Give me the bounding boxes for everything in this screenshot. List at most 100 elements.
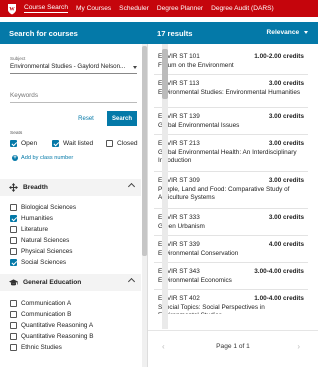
results-scrollbar[interactable] (162, 44, 168, 329)
nav-degree-planner[interactable]: Degree Planner (157, 5, 203, 13)
nav-course-search[interactable]: Course Search (24, 4, 68, 13)
option-label: Communication A (21, 300, 72, 307)
checkbox[interactable] (10, 322, 17, 329)
breadth-option[interactable]: Physical Sciences (10, 248, 73, 255)
seat-closed-label: Closed (117, 140, 138, 147)
option-label: Literature (21, 226, 48, 233)
course-title: Environmental Economics (158, 277, 232, 284)
gened-option[interactable]: Quantitative Reasoning A (10, 322, 93, 329)
results-scrollbar-thumb[interactable] (162, 49, 168, 99)
breadth-option[interactable]: Biological Sciences (10, 204, 76, 211)
gened-section-header[interactable]: General Education (0, 274, 141, 291)
nav-degree-audit[interactable]: Degree Audit (DARS) (211, 5, 274, 13)
uw-crest-icon[interactable]: W (7, 3, 17, 15)
checkbox[interactable] (10, 237, 17, 244)
course-title: Forum on the Environment (158, 62, 234, 69)
search-panel-title: Search for courses (9, 29, 78, 38)
breadth-section-header[interactable]: Breadth (0, 179, 141, 196)
course-card[interactable]: ENVIR ST 333 3.00 credits Green Urbanism (154, 209, 308, 236)
move-arrows-icon (9, 183, 18, 192)
checkbox[interactable] (10, 344, 17, 351)
checkbox[interactable] (10, 333, 17, 340)
option-label: Physical Sciences (21, 248, 73, 255)
course-card[interactable]: ENVIR ST 309 3.00 credits People, Land a… (154, 172, 308, 209)
svg-text:W: W (9, 6, 15, 12)
chevron-up-icon[interactable] (127, 182, 136, 191)
course-card[interactable]: ENVIR ST 339 4.00 credits Environmental … (154, 236, 308, 263)
chevron-up-icon[interactable] (127, 277, 136, 286)
seat-waitlisted-label: Wait listed (63, 140, 94, 147)
course-credits: 1.00-2.00 credits (254, 53, 304, 60)
option-label: Natural Sciences (21, 237, 70, 244)
search-button[interactable]: Search (107, 111, 137, 126)
filter-panel: Subject Environmental Studies - Gaylord … (0, 44, 148, 367)
seat-closed-checkbox[interactable]: Closed (106, 140, 138, 147)
plus-icon: + (12, 155, 18, 161)
checkbox[interactable] (10, 248, 17, 255)
seat-open-checkbox[interactable]: Open (10, 140, 37, 147)
gened-title: General Education (23, 279, 82, 286)
checkbox[interactable] (106, 140, 113, 147)
breadth-option[interactable]: Social Sciences (10, 259, 66, 266)
checkbox[interactable] (10, 215, 17, 222)
checkbox[interactable] (10, 140, 17, 147)
chevron-right-icon[interactable]: › (297, 342, 300, 351)
option-label: Biological Sciences (21, 204, 77, 211)
subject-dropdown-icon[interactable] (133, 66, 137, 69)
course-credits: 1.00-4.00 credits (254, 295, 304, 302)
sort-dropdown[interactable]: Relevance (267, 29, 308, 36)
checkbox[interactable] (10, 311, 17, 318)
course-credits: 3.00 credits (268, 113, 304, 120)
graduation-cap-icon (9, 279, 18, 286)
reset-button[interactable]: Reset (69, 112, 103, 126)
checkbox[interactable] (10, 300, 17, 307)
nav-my-courses[interactable]: My Courses (76, 5, 111, 13)
course-card[interactable]: ENVIR ST 343 3.00-4.00 credits Environme… (154, 263, 308, 290)
filter-scrollbar[interactable] (142, 44, 147, 367)
checkbox[interactable] (10, 226, 17, 233)
add-class-label: Add by class number (21, 155, 74, 161)
course-card[interactable]: ENVIR ST 213 3.00 credits Global Environ… (154, 135, 308, 172)
course-credits: 3.00 credits (268, 214, 304, 221)
seats-label: Seats (10, 131, 23, 136)
nav-scheduler[interactable]: Scheduler (119, 5, 149, 13)
results-list: ENVIR ST 101 1.00-2.00 credits Forum on … (148, 44, 318, 314)
course-title: Global Environmental Health: An Interdis… (158, 149, 297, 164)
course-card[interactable]: ENVIR ST 139 3.00 credits Global Environ… (154, 108, 308, 135)
course-card[interactable]: ENVIR ST 402 1.00-4.00 credits Special T… (154, 290, 308, 314)
option-label: Quantitative Reasoning B (21, 333, 94, 340)
gened-option[interactable]: Communication A (10, 300, 71, 307)
gened-option[interactable]: Quantitative Reasoning B (10, 333, 93, 340)
seat-open-label: Open (21, 140, 38, 147)
course-credits: 3.00 credits (268, 177, 304, 184)
breadth-title: Breadth (23, 184, 48, 191)
breadth-option[interactable]: Humanities (10, 215, 53, 222)
add-by-class-number-link[interactable]: + Add by class number (12, 155, 73, 161)
subject-select[interactable]: Environmental Studies - Gaylord Nelson..… (10, 63, 137, 74)
page-indicator: Page 1 of 1 (216, 343, 250, 350)
subject-label: Subject (10, 56, 26, 61)
breadth-option[interactable]: Natural Sciences (10, 237, 69, 244)
course-credits: 4.00 credits (268, 241, 304, 248)
checkbox[interactable] (10, 204, 17, 211)
seat-waitlisted-checkbox[interactable]: Wait listed (52, 140, 93, 147)
course-card[interactable]: ENVIR ST 101 1.00-2.00 credits Forum on … (154, 48, 308, 75)
checkbox[interactable] (52, 140, 59, 147)
sort-label: Relevance (266, 29, 300, 36)
course-credits: 3.00 credits (268, 140, 304, 147)
keywords-input[interactable] (10, 89, 137, 103)
checkbox[interactable] (10, 259, 17, 266)
pager: ‹ Page 1 of 1 › (148, 330, 318, 367)
course-title: Green Urbanism (158, 223, 205, 230)
course-title: Environmental Studies: Environmental Hum… (158, 89, 301, 96)
course-card[interactable]: ENVIR ST 113 3.00 credits Environmental … (154, 75, 308, 108)
gened-option[interactable]: Communication B (10, 311, 71, 318)
option-label: Social Sciences (21, 259, 67, 266)
option-label: Quantitative Reasoning A (21, 322, 94, 329)
gened-option[interactable]: Ethnic Studies (10, 344, 62, 351)
breadth-option[interactable]: Literature (10, 226, 48, 233)
filter-scrollbar-thumb[interactable] (142, 46, 147, 256)
course-title: Environmental Conservation (158, 250, 239, 257)
option-label: Ethnic Studies (21, 344, 62, 351)
course-credits: 3.00-4.00 credits (254, 268, 304, 275)
